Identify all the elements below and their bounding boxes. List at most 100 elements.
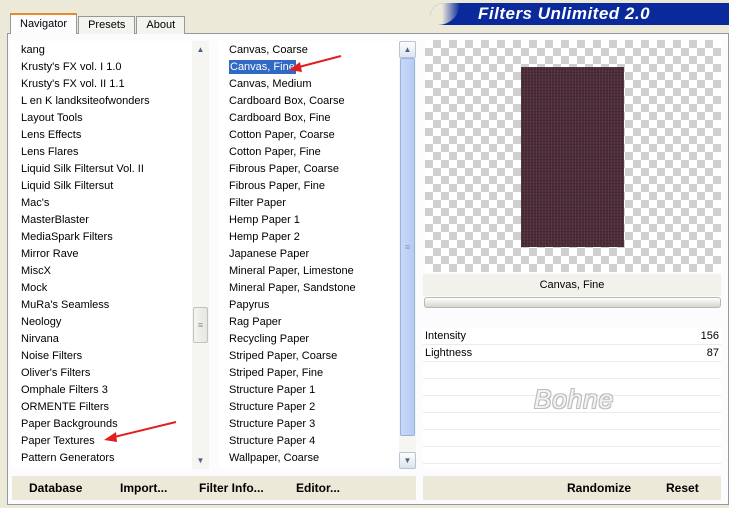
- tab-about[interactable]: About: [136, 16, 186, 34]
- category-item[interactable]: Mock: [11, 280, 209, 297]
- filter-item[interactable]: Striped Paper, Fine: [219, 365, 416, 382]
- category-list[interactable]: kang Krusty's FX vol. I 1.0 Krusty's FX vo…: [11, 41, 209, 469]
- scroll-up-icon[interactable]: ▲: [399, 41, 416, 58]
- filter-item[interactable]: Filter Paper: [219, 195, 416, 212]
- filter-item-label: Mineral Paper, Sandstone: [229, 282, 356, 294]
- filter-item[interactable]: Cotton Paper, Coarse: [219, 127, 416, 144]
- filter-item[interactable]: Canvas, Medium: [219, 76, 416, 93]
- filter-item-label: Striped Paper, Fine: [229, 367, 324, 379]
- category-item-label: MasterBlaster: [21, 214, 89, 226]
- filter-item-label: Fibrous Paper, Fine: [229, 180, 325, 192]
- left-button-bar: Database Import... Filter Info... Editor…: [12, 476, 416, 500]
- category-item[interactable]: Layout Tools: [11, 110, 209, 127]
- category-item[interactable]: Nirvana: [11, 331, 209, 348]
- filter-item[interactable]: Wallpaper, Fine: [219, 467, 416, 469]
- filter-item[interactable]: Cotton Paper, Fine: [219, 144, 416, 161]
- tab-navigator[interactable]: Navigator: [10, 13, 78, 34]
- category-item[interactable]: Pattern Generators: [11, 450, 209, 467]
- editor-button[interactable]: Editor...: [296, 476, 340, 500]
- category-item[interactable]: L en K landksiteofwonders: [11, 93, 209, 110]
- tab-bar: Navigator Presets About: [10, 13, 186, 34]
- randomize-button[interactable]: Randomize: [567, 476, 631, 500]
- filter-item-label: Structure Paper 2: [229, 401, 316, 413]
- right-button-bar: Randomize Reset: [423, 476, 721, 500]
- scroll-up-icon[interactable]: ▲: [192, 41, 209, 58]
- filter-item[interactable]: Fibrous Paper, Fine: [219, 178, 416, 195]
- category-item[interactable]: Oliver's Filters: [11, 365, 209, 382]
- filter-item[interactable]: Structure Paper 4: [219, 433, 416, 450]
- filter-item[interactable]: Recycling Paper: [219, 331, 416, 348]
- filter-item[interactable]: Hemp Paper 2: [219, 229, 416, 246]
- parameter-sliders: Intensity 156 Lightness 87 Bohne: [423, 328, 721, 469]
- filter-item[interactable]: Structure Paper 1: [219, 382, 416, 399]
- filter-item[interactable]: Cardboard Box, Coarse: [219, 93, 416, 110]
- category-item[interactable]: Neology: [11, 314, 209, 331]
- filter-item-label: Striped Paper, Coarse: [229, 350, 338, 362]
- category-item-label: Noise Filters: [21, 350, 83, 362]
- category-item[interactable]: ORMENTE Filters: [11, 399, 209, 416]
- category-item-label: Liquid Silk Filtersut: [21, 180, 114, 192]
- filter-item-label: Cotton Paper, Coarse: [229, 129, 335, 141]
- database-button[interactable]: Database: [29, 476, 82, 500]
- category-item[interactable]: Noise Filters: [11, 348, 209, 365]
- category-item-label: MediaSpark Filters: [21, 231, 113, 243]
- intensity-slider[interactable]: Intensity 156: [423, 328, 721, 345]
- filter-item[interactable]: Structure Paper 2: [219, 399, 416, 416]
- filter-scrollbar[interactable]: ▲ ≡ ▼: [399, 41, 416, 469]
- preview-swatch: [521, 67, 624, 247]
- filter-item-label: Hemp Paper 1: [229, 214, 300, 226]
- arrow-icon: [289, 55, 342, 72]
- category-item[interactable]: MediaSpark Filters: [11, 229, 209, 246]
- filter-list[interactable]: Canvas, Coarse Canvas, Fine Canvas, Medium…: [219, 41, 416, 469]
- selected-filter-name: Canvas, Fine: [423, 274, 721, 296]
- filter-item[interactable]: Structure Paper 3: [219, 416, 416, 433]
- filter-item[interactable]: Mineral Paper, Sandstone: [219, 280, 416, 297]
- category-item[interactable]: Lens Effects: [11, 127, 209, 144]
- slider-label: Intensity: [425, 330, 466, 342]
- category-item-label: Krusty's FX vol. II 1.1: [21, 78, 125, 90]
- filter-item-label: Structure Paper 3: [229, 418, 316, 430]
- category-item[interactable]: MuRa's Seamless: [11, 297, 209, 314]
- scroll-down-icon[interactable]: ▼: [399, 452, 416, 469]
- category-scrollbar[interactable]: ▲ ≡ ▼: [192, 41, 209, 469]
- category-item[interactable]: Krusty's FX vol. I 1.0: [11, 59, 209, 76]
- category-item[interactable]: Liquid Silk Filtersut Vol. II: [11, 161, 209, 178]
- category-item[interactable]: Lens Flares: [11, 144, 209, 161]
- filter-item[interactable]: Cardboard Box, Fine: [219, 110, 416, 127]
- category-item[interactable]: MiscX: [11, 263, 209, 280]
- reset-button[interactable]: Reset: [666, 476, 699, 500]
- scroll-down-icon[interactable]: ▼: [192, 452, 209, 469]
- lightness-slider[interactable]: Lightness 87: [423, 345, 721, 362]
- tab-presets[interactable]: Presets: [78, 16, 136, 34]
- arrow-icon: [104, 421, 177, 442]
- filter-item[interactable]: Wallpaper, Coarse: [219, 450, 416, 467]
- import-button[interactable]: Import...: [120, 476, 167, 500]
- filter-item[interactable]: Papyrus: [219, 297, 416, 314]
- filter-item[interactable]: Rag Paper: [219, 314, 416, 331]
- category-item[interactable]: MasterBlaster: [11, 212, 209, 229]
- category-item-label: Neology: [21, 316, 62, 328]
- filter-item[interactable]: Mineral Paper, Limestone: [219, 263, 416, 280]
- app-banner: Filters Unlimited 2.0: [430, 3, 729, 25]
- category-item-label: MiscX: [21, 265, 51, 277]
- category-scroll-thumb[interactable]: ≡: [193, 307, 208, 343]
- filter-item-label: Fibrous Paper, Coarse: [229, 163, 340, 175]
- filter-item-label: Cotton Paper, Fine: [229, 146, 321, 158]
- category-item[interactable]: Mac's: [11, 195, 209, 212]
- filter-item-label: Cardboard Box, Fine: [229, 112, 331, 124]
- filter-info-button[interactable]: Filter Info...: [199, 476, 264, 500]
- filter-scroll-thumb[interactable]: ≡: [400, 58, 415, 436]
- filter-item[interactable]: Fibrous Paper, Coarse: [219, 161, 416, 178]
- category-item[interactable]: kang: [11, 42, 209, 59]
- filter-item[interactable]: Hemp Paper 1: [219, 212, 416, 229]
- filter-item[interactable]: Japanese Paper: [219, 246, 416, 263]
- category-item-label: Mirror Rave: [21, 248, 79, 260]
- category-item[interactable]: Krusty's FX vol. II 1.1: [11, 76, 209, 93]
- category-item[interactable]: Mirror Rave: [11, 246, 209, 263]
- filter-item[interactable]: Striped Paper, Coarse: [219, 348, 416, 365]
- category-item[interactable]: Liquid Silk Filtersut: [11, 178, 209, 195]
- filter-item-label: Filter Paper: [229, 197, 286, 209]
- slider-value: 156: [700, 330, 719, 342]
- category-item[interactable]: Omphale Filters 3: [11, 382, 209, 399]
- category-item-label: Mac's: [21, 197, 50, 209]
